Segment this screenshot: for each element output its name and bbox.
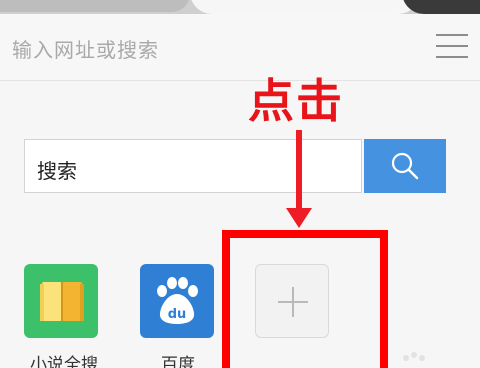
svg-text:du: du <box>168 307 187 322</box>
annotation-arrow-head <box>286 208 312 228</box>
address-input[interactable]: 输入网址或搜索 <box>12 34 159 63</box>
hamburger-menu-icon[interactable] <box>436 31 470 61</box>
search-input[interactable]: 搜索 <box>24 139 362 193</box>
baidu-paw-icon: du <box>140 264 214 338</box>
annotation-click-label: 点击 <box>248 74 344 128</box>
tab-active[interactable] <box>190 0 420 14</box>
browser-home-screen: 输入网址或搜索 搜索 小说全搜 du 百度 点击 <box>0 0 480 368</box>
open-book-icon <box>24 264 98 338</box>
tab-new[interactable] <box>402 0 480 14</box>
tab-strip <box>0 0 480 14</box>
search-button[interactable] <box>364 139 446 193</box>
tab-inactive[interactable] <box>0 0 190 12</box>
search-placeholder: 搜索 <box>37 159 77 183</box>
shortcut-label: 百度 <box>161 355 195 368</box>
search-icon <box>391 152 419 180</box>
address-bar: 输入网址或搜索 <box>0 14 480 81</box>
annotation-highlight-box <box>222 230 388 368</box>
shortcut-label: 小说全搜 <box>30 355 98 368</box>
annotation-arrow <box>296 130 302 212</box>
watermark-icon <box>403 352 425 361</box>
search-box: 搜索 <box>24 139 446 195</box>
